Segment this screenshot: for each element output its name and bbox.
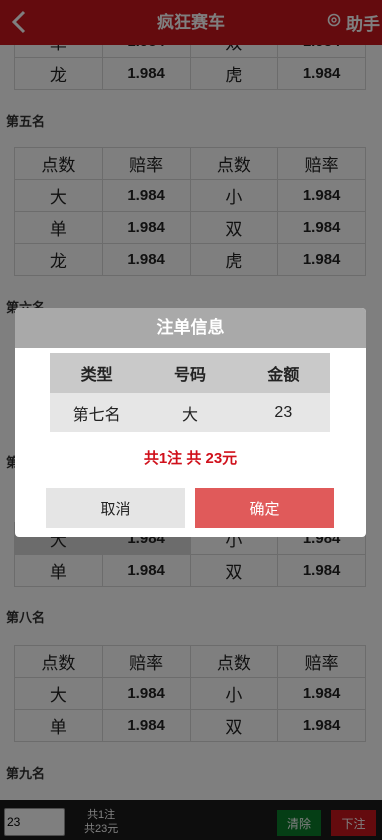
dialog-title: 注单信息 — [15, 308, 366, 348]
cancel-button[interactable]: 取消 — [46, 488, 185, 528]
confirm-button[interactable]: 确定 — [195, 488, 334, 528]
bet-confirm-dialog: 注单信息 类型 号码 金额 第七名 大 23 共1注 共 23元 取消 确定 — [15, 308, 366, 537]
column-header: 金额 — [236, 353, 330, 393]
column-header: 号码 — [143, 353, 237, 393]
bet-type: 第七名 — [50, 393, 144, 432]
dialog-summary: 共1注 共 23元 — [143, 450, 238, 467]
table-header-row: 类型 号码 金额 — [50, 353, 330, 393]
bet-amount: 23 — [236, 393, 330, 432]
bet-detail-table: 类型 号码 金额 第七名 大 23 — [50, 353, 330, 432]
bet-number: 大 — [143, 393, 237, 432]
table-row: 第七名 大 23 — [50, 393, 330, 432]
column-header: 类型 — [50, 353, 144, 393]
